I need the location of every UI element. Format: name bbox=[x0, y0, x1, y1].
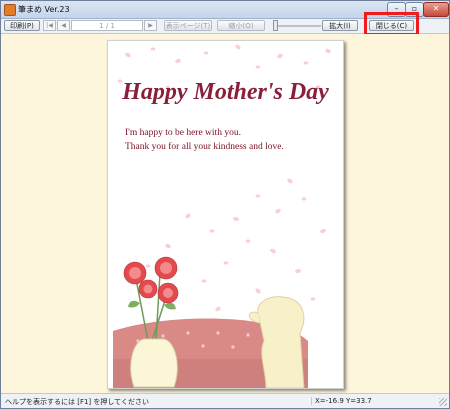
page-number-field[interactable]: 1 / 1 bbox=[71, 20, 143, 31]
window-title: 筆まめ Ver.23 bbox=[18, 5, 70, 14]
flower-illustration bbox=[113, 256, 308, 388]
preview-canvas: Happy Mother's Day I'm happy to be here … bbox=[1, 34, 449, 393]
app-window: 筆まめ Ver.23 – ▫ ✕ 印刷(P) |◀ ◀ 1 / 1 ▶ 表示ペー… bbox=[0, 0, 450, 409]
app-icon bbox=[4, 4, 16, 16]
prev-page-button[interactable]: ◀ bbox=[57, 20, 70, 31]
zoom-out-button[interactable]: 縮小(O) bbox=[217, 20, 265, 31]
first-page-button[interactable]: |◀ bbox=[43, 20, 56, 31]
greeting-card: Happy Mother's Day I'm happy to be here … bbox=[107, 40, 344, 389]
zoom-slider-thumb[interactable] bbox=[273, 20, 278, 31]
zoom-in-button[interactable]: 拡大(I) bbox=[322, 20, 358, 31]
close-button-highlight bbox=[364, 12, 419, 36]
status-help-text: ヘルプを表示するには [F1] を押してください bbox=[5, 398, 149, 406]
status-bar: ヘルプを表示するには [F1] を押してください X=-16.9 Y=33.7 bbox=[1, 393, 449, 408]
next-page-button[interactable]: ▶ bbox=[144, 20, 157, 31]
print-button[interactable]: 印刷(P) bbox=[4, 20, 40, 31]
cursor-coordinates: X=-16.9 Y=33.7 bbox=[311, 397, 372, 405]
zoom-slider-track[interactable] bbox=[277, 25, 321, 27]
resize-grip-icon[interactable] bbox=[439, 398, 447, 406]
show-page-button[interactable]: 表示ページ(T) bbox=[164, 20, 212, 31]
window-close-button[interactable]: ✕ bbox=[423, 2, 449, 17]
